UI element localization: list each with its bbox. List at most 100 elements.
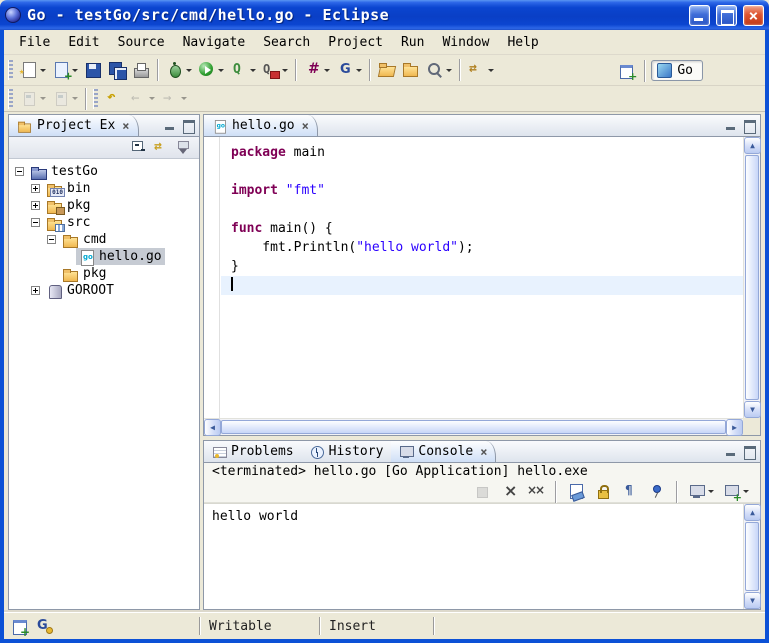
toolbar-drag-handle[interactable]: [8, 60, 13, 80]
scroll-right-arrow-icon[interactable]: ▶: [726, 419, 743, 436]
close-tab-icon[interactable]: ×: [122, 119, 129, 133]
search-button[interactable]: [423, 58, 455, 82]
scroll-down-arrow-icon[interactable]: ▼: [744, 592, 761, 609]
maximize-view-icon[interactable]: [181, 119, 195, 132]
debug-button[interactable]: [163, 58, 195, 82]
menu-item-window[interactable]: Window: [433, 32, 498, 53]
run-button[interactable]: [195, 58, 227, 82]
dropdown-arrow-icon[interactable]: [743, 490, 749, 493]
tree-item-cmd[interactable]: cmd: [9, 231, 199, 248]
toolbar-drag-handle[interactable]: [93, 89, 98, 109]
open-resource-button[interactable]: [399, 58, 423, 82]
tree-item-pkg[interactable]: pkg: [9, 197, 199, 214]
tree-expander-minus-icon[interactable]: [47, 235, 56, 244]
dropdown-arrow-icon[interactable]: [149, 97, 155, 100]
dropdown-arrow-icon[interactable]: [72, 97, 78, 100]
dropdown-arrow-icon[interactable]: [356, 69, 362, 72]
dropdown-arrow-icon[interactable]: [708, 490, 714, 493]
tree-node[interactable]: cmd: [60, 231, 109, 248]
dropdown-arrow-icon[interactable]: [40, 97, 46, 100]
close-button[interactable]: [743, 5, 764, 26]
new-go-project-button[interactable]: [49, 58, 81, 82]
go-perspective-button[interactable]: Go: [651, 60, 703, 81]
console-output-text[interactable]: hello world: [204, 504, 743, 609]
remove-launch-button[interactable]: [497, 480, 521, 504]
dropdown-arrow-icon[interactable]: [218, 69, 224, 72]
dropdown-arrow-icon[interactable]: [250, 69, 256, 72]
code-line-3[interactable]: import "fmt": [221, 181, 743, 200]
save-button[interactable]: [81, 58, 105, 82]
maximize-button[interactable]: [716, 5, 737, 26]
toolbar-drag-handle[interactable]: [8, 89, 13, 109]
tree-item-pkg[interactable]: pkg: [9, 265, 199, 282]
tab-hello-go[interactable]: hello.go ×: [204, 115, 318, 136]
project-tree[interactable]: testGobinpkgsrccmdhello.gopkgGOROOT: [9, 160, 199, 609]
clear-console-button[interactable]: [564, 480, 588, 504]
menu-item-edit[interactable]: Edit: [59, 32, 108, 53]
tree-expander-minus-icon[interactable]: [31, 218, 40, 227]
code-line-7[interactable]: }: [221, 257, 743, 276]
code-line-4[interactable]: [221, 200, 743, 219]
print-button[interactable]: [129, 58, 153, 82]
open-perspective-button[interactable]: [615, 60, 639, 82]
tree-expander-plus-icon[interactable]: [31, 286, 40, 295]
dropdown-arrow-icon[interactable]: [181, 97, 187, 100]
tree-node[interactable]: bin: [44, 180, 93, 197]
open-console-button[interactable]: [720, 480, 752, 504]
external-tools-button[interactable]: [259, 58, 291, 82]
tab-project-explorer[interactable]: Project Ex ×: [9, 115, 139, 136]
minimize-view-icon[interactable]: [724, 119, 738, 132]
annotation-ruler[interactable]: [204, 137, 220, 418]
maximize-view-icon[interactable]: [742, 119, 756, 132]
remove-all-terminated-button[interactable]: [524, 480, 548, 504]
next-annotation-button[interactable]: [17, 87, 49, 111]
dropdown-arrow-icon[interactable]: [186, 69, 192, 72]
dropdown-arrow-icon[interactable]: [446, 69, 452, 72]
fast-view-icon[interactable]: [12, 618, 29, 635]
open-folder-button[interactable]: [375, 58, 399, 82]
editor-code-area[interactable]: package mainimport "fmt"func main() { fm…: [221, 137, 743, 418]
tree-node[interactable]: pkg: [60, 265, 109, 282]
dropdown-arrow-icon[interactable]: [72, 69, 78, 72]
menu-item-project[interactable]: Project: [319, 32, 392, 53]
maximize-view-icon[interactable]: [742, 445, 756, 458]
titlebar[interactable]: Go - testGo/src/cmd/hello.go - Eclipse: [0, 0, 769, 30]
dropdown-arrow-icon[interactable]: [488, 69, 494, 72]
pin-console-button[interactable]: [645, 480, 669, 504]
console-output-area[interactable]: hello world ▲ ▼: [204, 503, 760, 609]
tree-item-goroot[interactable]: GOROOT: [9, 282, 199, 299]
tree-node[interactable]: hello.go: [76, 248, 165, 265]
scroll-up-arrow-icon[interactable]: ▲: [744, 504, 761, 521]
tree-expander-plus-icon[interactable]: [31, 201, 40, 210]
scrollbar-thumb[interactable]: [221, 420, 726, 434]
terminate-button[interactable]: [470, 480, 494, 504]
tree-node[interactable]: pkg: [44, 197, 93, 214]
scroll-lock-button[interactable]: [591, 480, 615, 504]
code-line-2[interactable]: [221, 162, 743, 181]
tree-node[interactable]: GOROOT: [44, 282, 117, 299]
tree-item-src[interactable]: src: [9, 214, 199, 231]
code-line-6[interactable]: fmt.Println("hello world");: [221, 238, 743, 257]
minimize-view-icon[interactable]: [724, 445, 738, 458]
previous-annotation-button[interactable]: [49, 87, 81, 111]
tree-expander-plus-icon[interactable]: [31, 184, 40, 193]
tree-item-bin[interactable]: bin: [9, 180, 199, 197]
console-vertical-scrollbar[interactable]: ▲ ▼: [743, 504, 760, 609]
minimize-button[interactable]: [689, 5, 710, 26]
go-tools-button[interactable]: [333, 58, 365, 82]
tab-problems[interactable]: Problems: [204, 441, 302, 462]
tree-node[interactable]: src: [44, 214, 93, 231]
menu-item-navigate[interactable]: Navigate: [174, 32, 255, 53]
run-last-launched-button[interactable]: [227, 58, 259, 82]
collapse-all-button[interactable]: [129, 139, 149, 157]
tree-expander-minus-icon[interactable]: [15, 167, 24, 176]
scrollbar-thumb[interactable]: [745, 155, 759, 400]
team-synchronize-button[interactable]: [465, 58, 497, 82]
tab-history[interactable]: History: [302, 441, 392, 462]
dropdown-arrow-icon[interactable]: [282, 69, 288, 72]
new-wizard-button[interactable]: [17, 58, 49, 82]
word-wrap-button[interactable]: [618, 480, 642, 504]
back-button[interactable]: [126, 87, 158, 111]
code-line-1[interactable]: package main: [221, 143, 743, 162]
menu-item-source[interactable]: Source: [109, 32, 174, 53]
